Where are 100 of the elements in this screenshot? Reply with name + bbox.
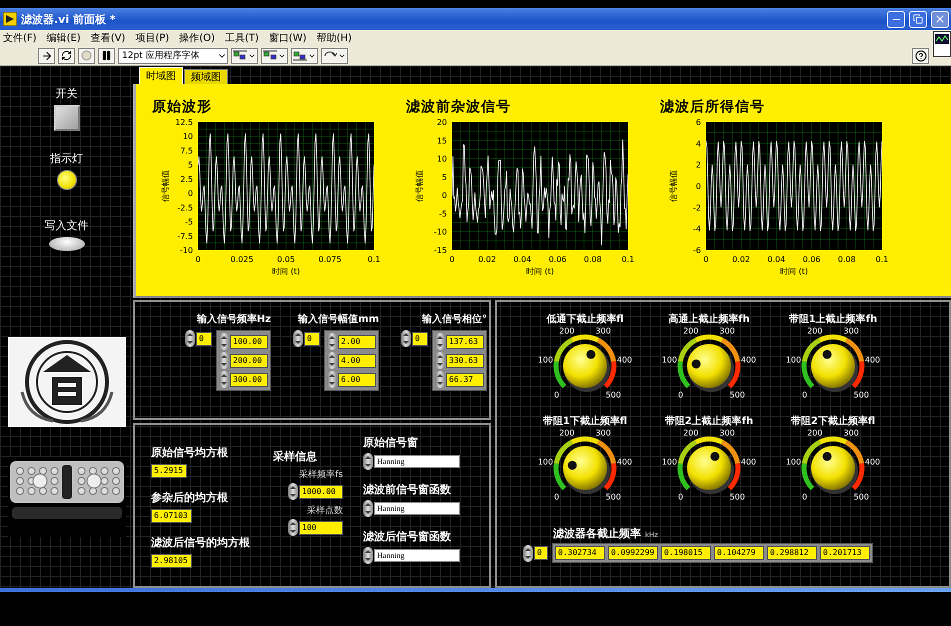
align-dropdown[interactable] bbox=[231, 48, 258, 64]
menu-item[interactable]: 文件(F) bbox=[3, 31, 37, 45]
knob-pointer[interactable] bbox=[822, 350, 832, 359]
window-select[interactable]: Hanning bbox=[374, 502, 460, 515]
font-dropdown[interactable]: 12pt 应用程序字体 bbox=[118, 48, 228, 64]
spin-button[interactable] bbox=[288, 519, 298, 536]
numeric-field[interactable]: 4.00 bbox=[338, 354, 376, 368]
menu-item[interactable]: 操作(O) bbox=[179, 31, 215, 45]
knob-pointer[interactable] bbox=[586, 350, 596, 359]
tick-label: 12.5 bbox=[175, 118, 193, 127]
spin-button[interactable] bbox=[363, 547, 373, 564]
numeric-indicator: 0.302734 bbox=[555, 546, 605, 560]
scale-label: 500 bbox=[606, 390, 621, 400]
spin-button[interactable] bbox=[327, 371, 337, 388]
restore-icon bbox=[913, 14, 923, 24]
scale-label: 400 bbox=[864, 356, 880, 365]
spin-button[interactable] bbox=[219, 371, 229, 388]
knob[interactable] bbox=[678, 334, 740, 392]
tick-label: 0.06 bbox=[802, 255, 820, 264]
numeric-field[interactable]: 137.63 bbox=[446, 334, 484, 348]
knob-pointer[interactable] bbox=[692, 359, 701, 368]
scale-label: 100 bbox=[786, 458, 802, 467]
spin-button[interactable] bbox=[327, 352, 337, 369]
index-field[interactable]: 0 bbox=[534, 546, 548, 560]
index-field[interactable]: 0 bbox=[196, 332, 212, 346]
close-button[interactable] bbox=[931, 10, 949, 28]
scale-label: 200 bbox=[807, 428, 822, 438]
minimize-button[interactable] bbox=[887, 10, 905, 28]
index-field[interactable]: 0 bbox=[412, 332, 428, 346]
spin-button[interactable] bbox=[401, 330, 411, 347]
restore-button[interactable] bbox=[909, 10, 927, 28]
spin-button[interactable] bbox=[523, 544, 533, 562]
numeric-field[interactable]: 100 bbox=[299, 520, 343, 534]
spin-button[interactable] bbox=[185, 330, 195, 347]
scale-label: 200 bbox=[683, 326, 698, 336]
spin-button[interactable] bbox=[435, 333, 445, 350]
spin-button[interactable] bbox=[288, 483, 298, 500]
numeric-indicator: 0.198015 bbox=[661, 546, 711, 560]
numeric-field[interactable]: 330.63 bbox=[446, 354, 484, 368]
tab[interactable]: 频域图 bbox=[184, 69, 228, 84]
spin-button[interactable] bbox=[435, 371, 445, 388]
spin-button[interactable] bbox=[363, 500, 373, 517]
knob[interactable] bbox=[802, 334, 864, 392]
numeric-field[interactable]: 200.00 bbox=[230, 354, 268, 368]
spin-button[interactable] bbox=[363, 453, 373, 470]
knob[interactable] bbox=[554, 436, 616, 494]
control-label: 输入信号相位° bbox=[422, 312, 487, 326]
vi-icon[interactable] bbox=[933, 31, 951, 57]
numeric-field[interactable]: 2.00 bbox=[338, 334, 376, 348]
spin-button[interactable] bbox=[327, 333, 337, 350]
index-field[interactable]: 0 bbox=[304, 332, 320, 346]
pause-button[interactable] bbox=[98, 48, 115, 64]
knob-pointer[interactable] bbox=[568, 460, 577, 470]
tab[interactable]: 时域图 bbox=[139, 67, 183, 84]
tick-label: 0 bbox=[188, 189, 193, 198]
numeric-field[interactable]: 100.00 bbox=[230, 334, 268, 348]
scale-label: 500 bbox=[854, 492, 869, 502]
scale-label: 0 bbox=[678, 492, 684, 502]
run-continuously-button[interactable] bbox=[58, 48, 75, 64]
scale-label: 300 bbox=[844, 428, 859, 438]
spin-button[interactable] bbox=[293, 330, 303, 347]
numeric-field[interactable]: 6.00 bbox=[338, 372, 376, 386]
reorder-dropdown[interactable] bbox=[321, 48, 348, 64]
tick-label: -10 bbox=[434, 228, 447, 237]
distribute-dropdown[interactable] bbox=[261, 48, 288, 64]
write-file-button[interactable] bbox=[48, 237, 84, 251]
knob[interactable] bbox=[554, 334, 616, 392]
axis-label: 时间 (t) bbox=[272, 267, 300, 276]
scale-label: 100 bbox=[662, 458, 678, 467]
resize-dropdown[interactable] bbox=[291, 48, 318, 64]
numeric-field[interactable]: 1000.00 bbox=[299, 484, 343, 498]
spin-button[interactable] bbox=[219, 352, 229, 369]
run-button[interactable] bbox=[38, 48, 55, 64]
numeric-field[interactable]: 300.00 bbox=[230, 372, 268, 386]
knob[interactable] bbox=[802, 436, 864, 494]
knob-pointer[interactable] bbox=[710, 452, 720, 461]
indicator-label: 参杂后的均方根 bbox=[151, 490, 228, 505]
window-select[interactable]: Hanning bbox=[374, 549, 460, 562]
window-select[interactable]: Hanning bbox=[374, 455, 460, 468]
menu-item[interactable]: 帮助(H) bbox=[316, 31, 352, 45]
menu-item[interactable]: 项目(P) bbox=[135, 31, 170, 45]
chart-title: 滤波后所得信号 bbox=[660, 98, 765, 116]
scale-label: 400 bbox=[616, 458, 632, 467]
knob[interactable] bbox=[678, 436, 740, 494]
menu-item[interactable]: 工具(T) bbox=[224, 31, 259, 45]
numeric-field[interactable]: 66.37 bbox=[446, 372, 484, 386]
tick-label: 0.1 bbox=[876, 255, 888, 264]
spin-button[interactable] bbox=[219, 333, 229, 350]
menu-item[interactable]: 编辑(E) bbox=[46, 31, 81, 45]
spin-button[interactable] bbox=[435, 352, 445, 369]
knob-pointer[interactable] bbox=[822, 452, 832, 461]
tick-label: -4 bbox=[693, 224, 701, 234]
indicator-label: 滤波后信号的均方根 bbox=[151, 535, 250, 550]
help-button[interactable] bbox=[912, 48, 929, 64]
menu-item[interactable]: 窗口(W) bbox=[268, 31, 306, 45]
control-label: 输入信号频率Hz bbox=[196, 312, 271, 326]
switch-button[interactable] bbox=[54, 105, 80, 131]
menu-item[interactable]: 查看(V) bbox=[90, 31, 126, 45]
numeric-indicator: 0.104279 bbox=[714, 546, 764, 560]
axis-label: 时间 (t) bbox=[526, 267, 554, 276]
